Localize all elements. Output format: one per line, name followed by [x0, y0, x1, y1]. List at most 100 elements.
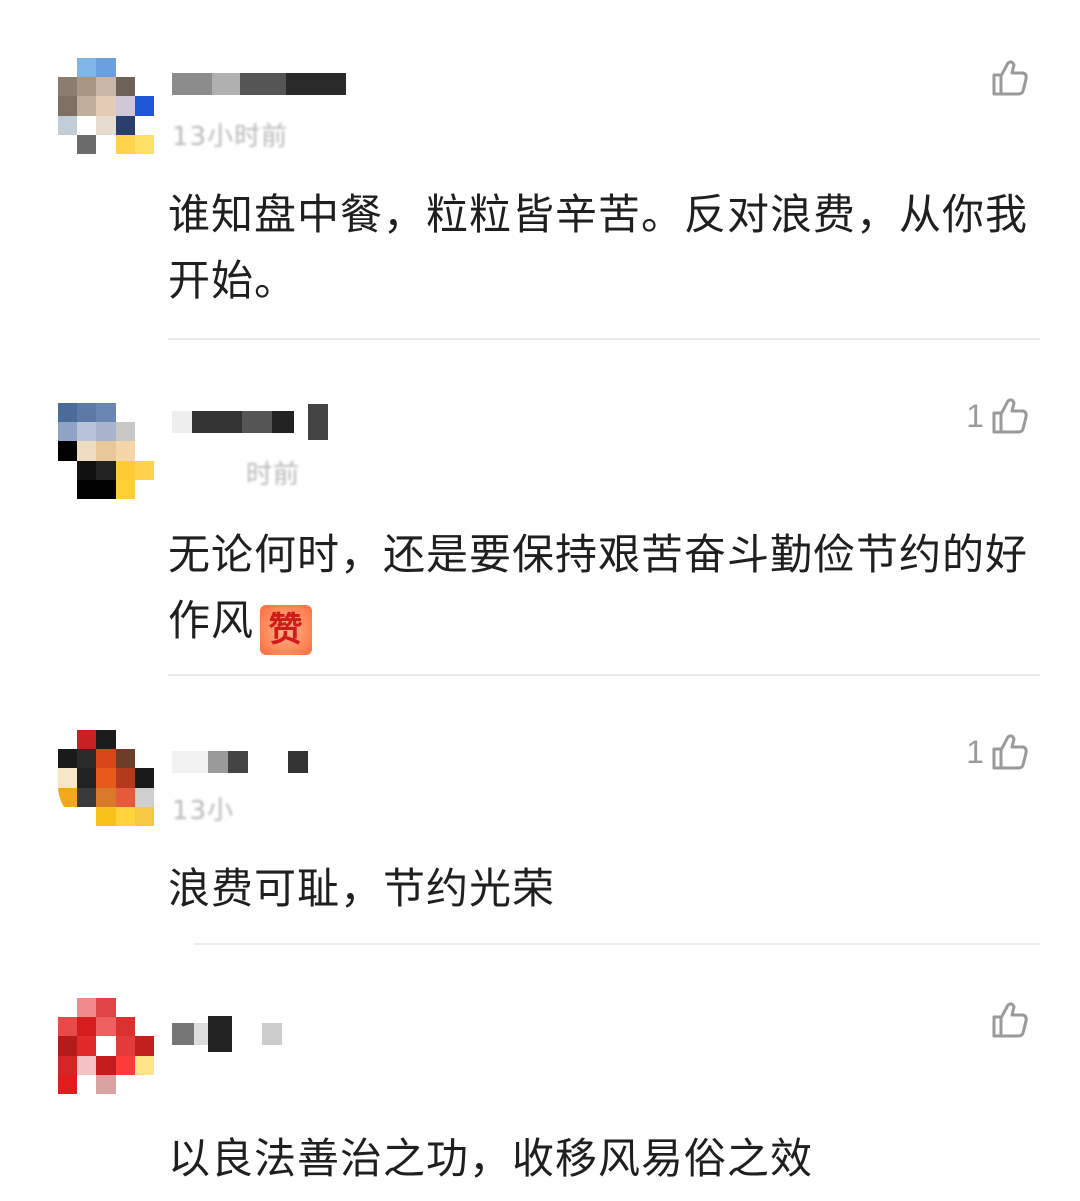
avatar-pixel: [96, 58, 116, 78]
avatar-pixel: [96, 1036, 116, 1056]
avatar-pixel: [134, 787, 154, 807]
avatar-pixel: [58, 58, 78, 78]
avatar-pixel: [58, 422, 78, 442]
avatar-pixel: [134, 403, 154, 423]
like-button[interactable]: [984, 58, 1030, 98]
avatar-pixel: [58, 806, 78, 826]
avatar-pixel: [77, 787, 97, 807]
zan-emoji-icon: 赞: [260, 605, 313, 655]
username-blurred[interactable]: [172, 66, 346, 102]
like-button[interactable]: 1: [966, 732, 1030, 772]
avatar-pixel: [58, 96, 78, 116]
avatar-pixel: [96, 749, 116, 769]
username-blurred[interactable]: [172, 744, 308, 780]
avatar-pixel: [134, 460, 154, 480]
avatar-pixel: [134, 1017, 154, 1037]
avatar-pixel: [77, 77, 97, 97]
avatar-pixel: [134, 749, 154, 769]
like-button[interactable]: [984, 1000, 1030, 1040]
avatar-pixel: [58, 1017, 78, 1037]
avatar-pixel: [115, 998, 135, 1018]
comment-text: 谁知盘中餐，粒粒皆辛苦。反对浪费，从你我开始。: [168, 190, 1029, 305]
avatar-pixel: [134, 730, 154, 750]
avatar-pixel: [77, 441, 97, 461]
avatar-pixel: [77, 806, 97, 826]
avatar-pixel: [77, 749, 97, 769]
avatar-pixel: [96, 115, 116, 135]
avatar-pixel: [58, 998, 78, 1018]
avatar-pixel: [96, 77, 116, 97]
avatar-pixel: [115, 134, 135, 154]
avatar-pixel: [134, 1074, 154, 1094]
avatar-pixel: [96, 403, 116, 423]
avatar-pixel: [77, 1017, 97, 1037]
thumbs-up-icon: [990, 732, 1030, 772]
avatar-pixel: [96, 460, 116, 480]
avatar-pixel: [134, 422, 154, 442]
avatar-pixel: [96, 1055, 116, 1075]
avatar-pixel: [115, 441, 135, 461]
avatar[interactable]: [58, 403, 154, 499]
avatar-pixel: [115, 730, 135, 750]
avatar-pixel: [58, 749, 78, 769]
avatar-pixel: [77, 422, 97, 442]
avatar[interactable]: [58, 58, 154, 154]
avatar-pixel: [134, 77, 154, 97]
avatar-pixel: [134, 998, 154, 1018]
avatar-pixel: [134, 1055, 154, 1075]
username-blurred[interactable]: [172, 1016, 282, 1052]
avatar-pixel: [77, 403, 97, 423]
thumbs-up-icon: [990, 1000, 1030, 1040]
avatar-pixel: [77, 1036, 97, 1056]
avatar-pixel: [134, 1036, 154, 1056]
avatar-pixel: [58, 134, 78, 154]
avatar-pixel: [115, 115, 135, 135]
avatar-pixel: [134, 115, 154, 135]
avatar-pixel: [96, 1074, 116, 1094]
avatar-pixel: [58, 1055, 78, 1075]
avatar-pixel: [96, 730, 116, 750]
avatar-pixel: [58, 77, 78, 97]
avatar-pixel: [134, 58, 154, 78]
avatar[interactable]: [58, 730, 154, 826]
avatar-pixel: [134, 134, 154, 154]
avatar-pixel: [115, 749, 135, 769]
avatar[interactable]: [58, 998, 154, 1094]
divider: [194, 943, 1040, 945]
avatar-pixel: [77, 730, 97, 750]
comment-text: 无论何时，还是要保持艰苦奋斗勤俭节约的好作风赞: [168, 522, 1028, 655]
timestamp: 时前: [246, 460, 301, 490]
avatar-pixel: [115, 806, 135, 826]
avatar-pixel: [96, 768, 116, 788]
avatar-pixel: [58, 787, 78, 807]
avatar-pixel: [134, 768, 154, 788]
avatar-pixel: [77, 115, 97, 135]
username-blurred[interactable]: [172, 404, 328, 440]
divider: [168, 338, 1040, 340]
avatar-pixel: [115, 1036, 135, 1056]
avatar-pixel: [96, 998, 116, 1018]
thumbs-up-icon: [990, 58, 1030, 98]
avatar-pixel: [115, 787, 135, 807]
timestamp: 13小时前: [172, 122, 289, 152]
avatar-pixel: [134, 441, 154, 461]
avatar-pixel: [77, 1055, 97, 1075]
avatar-pixel: [77, 1074, 97, 1094]
avatar-pixel: [134, 479, 154, 499]
avatar-pixel: [115, 1017, 135, 1037]
avatar-pixel: [77, 134, 97, 154]
avatar-pixel: [58, 460, 78, 480]
like-button[interactable]: 1: [966, 396, 1030, 436]
avatar-pixel: [115, 460, 135, 480]
avatar-pixel: [58, 479, 78, 499]
avatar-pixel: [134, 806, 154, 826]
avatar-pixel: [58, 403, 78, 423]
avatar-pixel: [115, 403, 135, 423]
avatar-pixel: [58, 1074, 78, 1094]
avatar-pixel: [77, 998, 97, 1018]
avatar-pixel: [115, 96, 135, 116]
divider: [168, 674, 1040, 676]
avatar-pixel: [115, 768, 135, 788]
avatar-pixel: [58, 730, 78, 750]
timestamp: 13小: [172, 796, 235, 826]
